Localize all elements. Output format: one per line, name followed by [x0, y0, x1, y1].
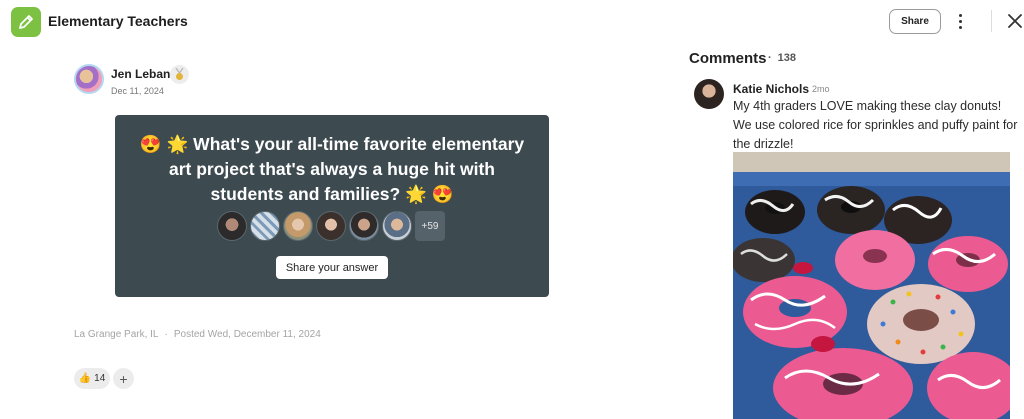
comment-photo-clay-donuts[interactable] — [733, 152, 1010, 419]
thumbs-up-icon: 👍 — [78, 373, 92, 384]
posted-date: Posted Wed, December 11, 2024 — [173, 329, 321, 340]
avatar[interactable] — [316, 211, 346, 241]
header-divider — [991, 10, 992, 32]
post-meta: La Grange Park, IL · Posted Wed, December … — [74, 329, 321, 340]
group-title[interactable]: Elementary Teachers — [48, 13, 188, 29]
post-location: La Grange Park, IL — [74, 329, 159, 340]
more-vertical-icon[interactable] — [952, 10, 968, 32]
post-date: Dec 11, 2024 — [111, 86, 164, 96]
avatar[interactable] — [217, 211, 247, 241]
avatar[interactable] — [283, 211, 313, 241]
comment-time: 2mo — [812, 84, 830, 94]
pencil-icon[interactable] — [11, 7, 41, 37]
author-name[interactable]: Jen Leban — [111, 67, 170, 81]
reaction-count: 14 — [94, 373, 106, 384]
close-icon[interactable] — [1006, 12, 1024, 30]
commenter-avatar[interactable] — [694, 79, 724, 109]
meta-separator: · — [164, 329, 168, 340]
share-answer-button[interactable]: Share your answer — [276, 256, 388, 279]
comment-count-value: 138 — [777, 52, 797, 64]
comment-text: My 4th graders LOVE making these clay do… — [733, 99, 1018, 151]
reaction-thumbs-up[interactable]: 👍 14 — [74, 368, 110, 389]
comments-count: · 138 — [768, 52, 796, 64]
top-bar: Elementary Teachers Share — [0, 0, 1024, 44]
share-button[interactable]: Share — [889, 9, 941, 34]
avatar[interactable] — [250, 211, 280, 241]
medal-icon — [170, 65, 189, 84]
add-reaction-button[interactable]: + — [113, 368, 134, 389]
count-separator: · — [768, 52, 772, 64]
avatar[interactable] — [349, 211, 379, 241]
commenter-name[interactable]: Katie Nichols — [733, 82, 809, 96]
more-answers-count[interactable]: +59 — [415, 211, 445, 241]
avatar[interactable] — [382, 211, 412, 241]
author-avatar[interactable] — [74, 64, 104, 94]
comments-title: Comments — [689, 50, 767, 67]
question-card: 😍 🌟 What's your all-time favorite elemen… — [115, 115, 549, 297]
answerer-avatars[interactable]: +59 — [217, 211, 445, 241]
question-text: 😍 🌟 What's your all-time favorite elemen… — [139, 134, 525, 204]
